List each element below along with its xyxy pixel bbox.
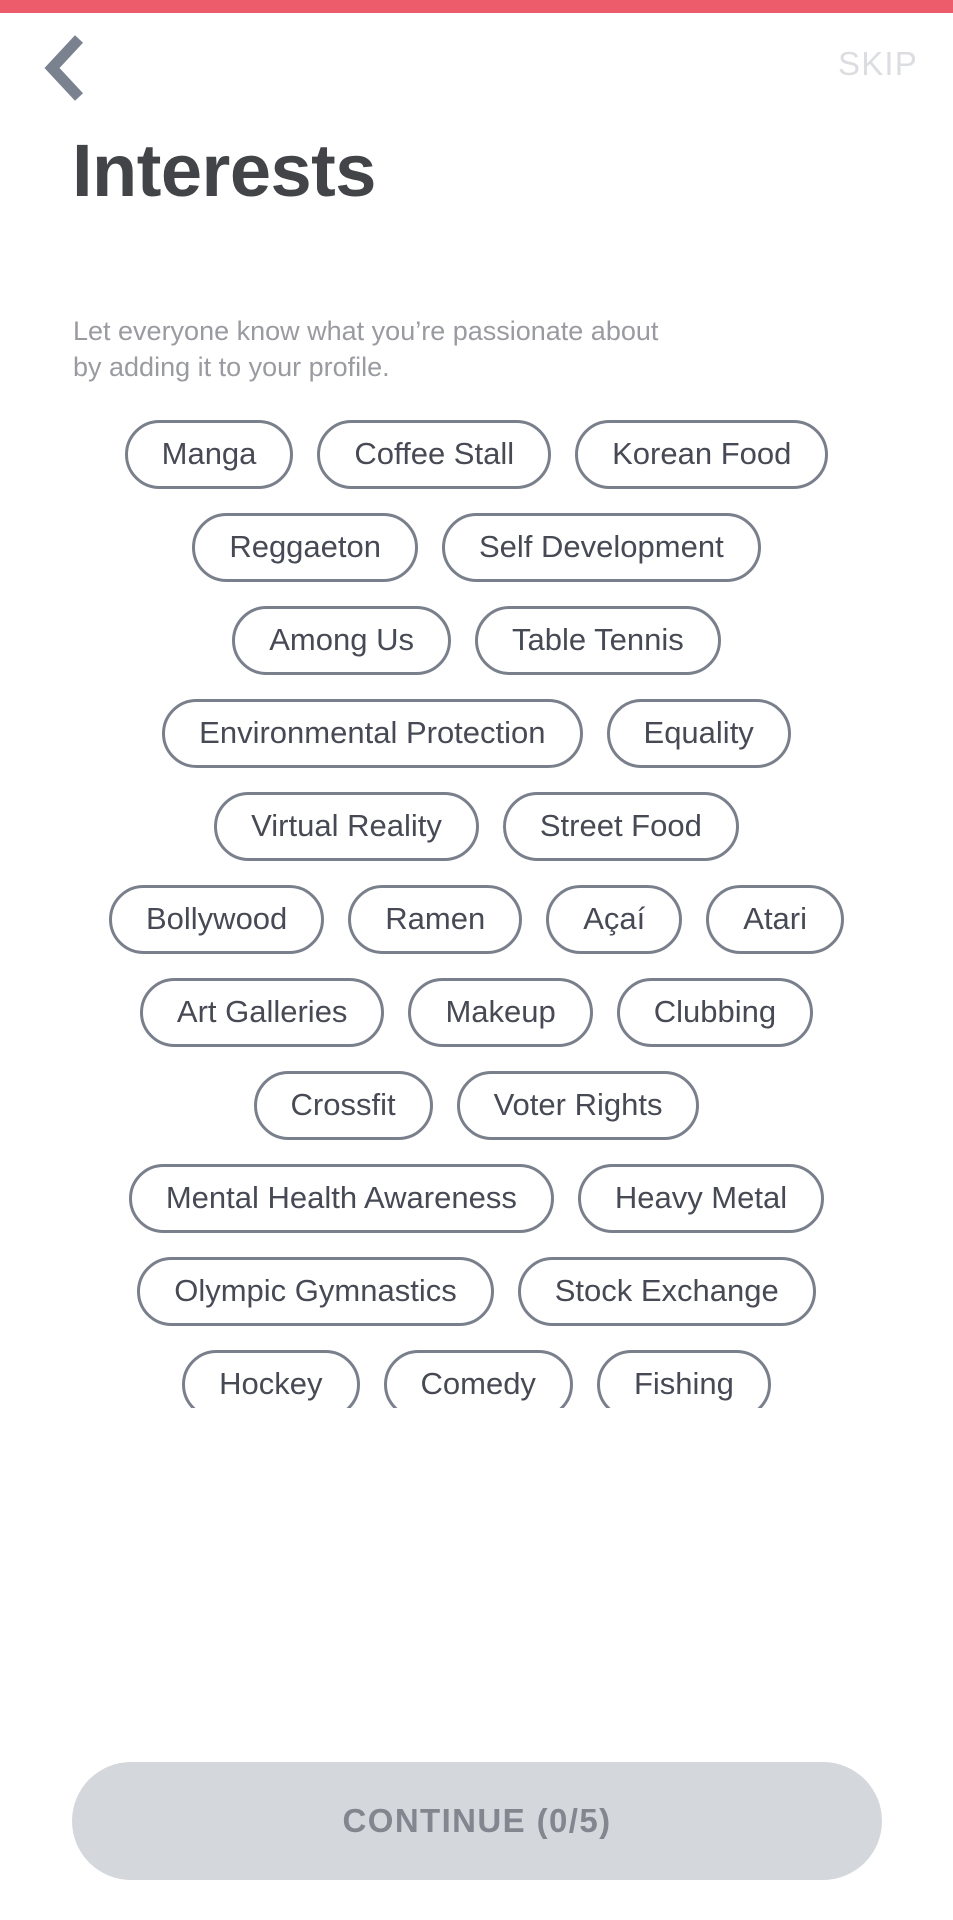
interest-chip[interactable]: Korean Food — [575, 420, 829, 489]
interest-chip[interactable]: Self Development — [442, 513, 761, 582]
interest-chip[interactable]: Açaí — [546, 885, 683, 954]
chevron-left-icon — [44, 35, 86, 101]
interest-chip[interactable]: Comedy — [383, 1350, 573, 1408]
page-subtitle: Let everyone know what you’re passionate… — [73, 316, 659, 382]
interest-chip[interactable]: Crossfit — [253, 1071, 433, 1140]
interest-chip[interactable]: Stock Exchange — [517, 1257, 816, 1326]
top-accent-bar — [0, 0, 953, 13]
interest-chip[interactable]: Mental Health Awareness — [128, 1164, 554, 1233]
interest-chip[interactable]: Virtual Reality — [214, 792, 479, 861]
interest-chip[interactable]: Manga — [124, 420, 294, 489]
interest-row: Olympic Gymnastics Stock Exchange — [0, 1257, 953, 1326]
interest-chip[interactable]: Table Tennis — [474, 606, 721, 675]
interest-chip[interactable]: Clubbing — [616, 978, 814, 1047]
interest-row: Virtual Reality Street Food — [0, 792, 953, 861]
interests-screen: SKIP Interests Let everyone know what yo… — [0, 0, 953, 1920]
page-title: Interests — [72, 129, 376, 212]
interest-row: Environmental Protection Equality — [0, 699, 953, 768]
navigation-bar: SKIP — [0, 13, 953, 118]
interest-chip[interactable]: Fishing — [596, 1350, 771, 1408]
interest-chip[interactable]: Art Galleries — [139, 978, 385, 1047]
interest-chip[interactable]: Reggaeton — [192, 513, 418, 582]
interest-row: Mental Health Awareness Heavy Metal — [0, 1164, 953, 1233]
interest-row: Crossfit Voter Rights — [0, 1071, 953, 1140]
interest-chip[interactable]: Olympic Gymnastics — [137, 1257, 494, 1326]
interest-chip[interactable]: Atari — [706, 885, 845, 954]
continue-button[interactable]: CONTINUE (0/5) — [72, 1762, 882, 1880]
back-button[interactable] — [30, 33, 100, 103]
cta-container: CONTINUE (0/5) — [0, 1742, 953, 1920]
interest-row: Bollywood Ramen Açaí Atari — [0, 885, 953, 954]
interest-row: Reggaeton Self Development — [0, 513, 953, 582]
interest-row: Manga Coffee Stall Korean Food — [0, 420, 953, 489]
interest-row: Art Galleries Makeup Clubbing — [0, 978, 953, 1047]
interests-list[interactable]: Manga Coffee Stall Korean Food Reggaeton Sel… — [0, 408, 953, 1408]
interest-chip[interactable]: Among Us — [232, 606, 451, 675]
interest-row: Hockey Comedy Fishing — [0, 1350, 953, 1408]
interest-chip[interactable]: Bollywood — [108, 885, 325, 954]
interest-chip[interactable]: Street Food — [502, 792, 739, 861]
interest-chip[interactable]: Heavy Metal — [577, 1164, 825, 1233]
interest-chip[interactable]: Coffee Stall — [317, 420, 552, 489]
interest-chip[interactable]: Makeup — [408, 978, 593, 1047]
interest-row: Among Us Table Tennis — [0, 606, 953, 675]
interest-chip[interactable]: Environmental Protection — [162, 699, 583, 768]
interest-chip[interactable]: Hockey — [182, 1350, 360, 1408]
interest-chip[interactable]: Ramen — [348, 885, 523, 954]
interest-chip[interactable]: Voter Rights — [456, 1071, 700, 1140]
skip-button[interactable]: SKIP — [838, 45, 918, 83]
interest-chip[interactable]: Equality — [606, 699, 791, 768]
